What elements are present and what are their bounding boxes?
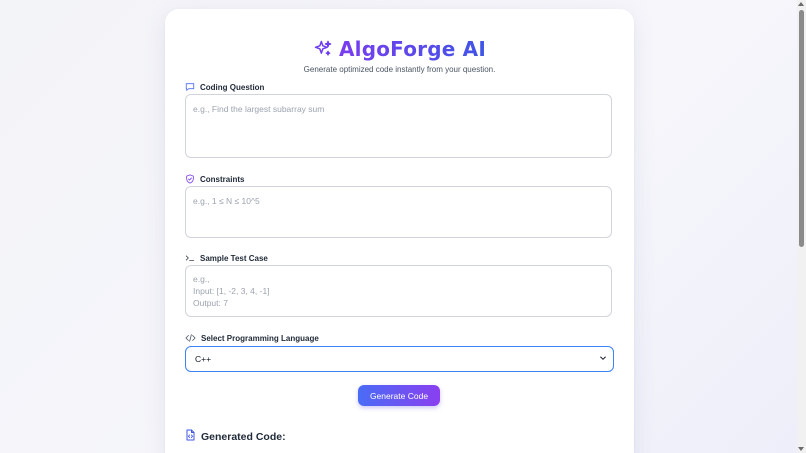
language-label-row: Select Programming Language	[185, 333, 319, 343]
question-label: Coding Question	[200, 82, 265, 92]
generator-card: AlgoForge AI Generate optimized code ins…	[165, 9, 634, 453]
question-input[interactable]: e.g., Find the largest subarray sum	[185, 94, 612, 158]
constraints-input[interactable]: e.g., 1 ≤ N ≤ 10^5	[185, 186, 612, 238]
scroll-thumb[interactable]	[799, 10, 804, 247]
testcase-input[interactable]: e.g., Input: [1, -2, 3, 4, -1] Output: 7	[185, 265, 612, 317]
page-subtitle: Generate optimized code instantly from y…	[303, 65, 496, 74]
shield-icon	[185, 174, 195, 184]
generated-code-heading: Generated Code:	[201, 430, 286, 443]
header: AlgoForge AI	[165, 37, 634, 61]
terminal-icon	[185, 253, 195, 263]
chevron-down-icon	[599, 354, 607, 364]
sparkles-icon	[313, 39, 333, 59]
generate-code-button[interactable]: Generate Code	[358, 385, 440, 406]
chat-icon	[185, 82, 195, 92]
constraints-label: Constraints	[200, 174, 245, 184]
scroll-down-arrow-icon[interactable]	[798, 447, 804, 451]
document-code-icon	[185, 429, 196, 444]
testcase-label-row: Sample Test Case	[185, 253, 268, 263]
language-selected-value: C++	[195, 354, 212, 364]
page-title: AlgoForge AI	[338, 37, 486, 61]
question-label-row: Coding Question	[185, 82, 264, 92]
testcase-label: Sample Test Case	[200, 253, 268, 263]
page-scrollbar[interactable]	[797, 0, 806, 453]
code-icon	[185, 333, 196, 343]
scroll-up-arrow-icon[interactable]	[798, 2, 804, 6]
language-select[interactable]: C++	[185, 346, 614, 372]
constraints-label-row: Constraints	[185, 174, 244, 184]
generated-code-heading-row: Generated Code:	[185, 429, 286, 444]
language-label: Select Programming Language	[201, 333, 319, 343]
